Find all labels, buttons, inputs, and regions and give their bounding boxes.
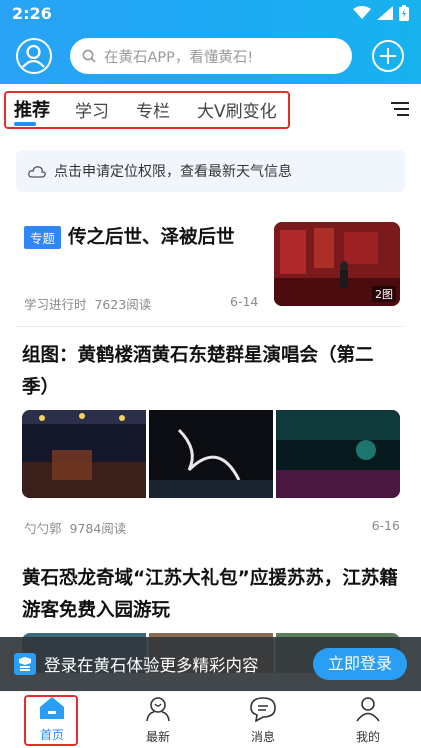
app-logo-icon [14,653,36,675]
tab-study[interactable]: 学习 [75,97,109,122]
bottom-navigation: 首页 最新 消息 我的 [0,691,421,748]
menu-icon[interactable] [389,100,411,118]
nav-messages[interactable]: 消息 [228,696,298,745]
signal-icon [377,6,393,20]
weather-notice[interactable]: 点击申请定位权限，查看最新天气信息 [16,150,405,192]
search-bar[interactable]: 在黄石APP，看懂黄石! [70,38,352,74]
home-icon [40,697,64,719]
tab-column[interactable]: 专栏 [136,97,170,122]
top-bar: 在黄石APP，看懂黄石! [0,36,421,76]
article-item[interactable]: 专题 传之后世、泽被后世 学习进行时 7623阅读 6-14 2图 [22,222,400,326]
article-date: 6-16 [371,518,400,533]
user-icon [22,44,45,68]
article-title: 黄石恐龙奇域“江苏大礼包”应援苏苏，江苏籍游客免费入园游玩 [22,568,398,621]
nav-messages-label: 消息 [250,730,275,744]
image-count: 2图 [372,286,396,302]
login-button[interactable]: 立即登录 [313,648,407,680]
user-avatar[interactable] [16,38,52,74]
article-reads: 9784阅读 [69,521,127,536]
status-bar: 2:26 [0,0,421,30]
article-image[interactable] [22,410,146,498]
nav-home-label: 首页 [39,728,64,742]
search-placeholder: 在黄石APP，看懂黄石! [104,49,254,66]
article-reads: 7623阅读 [94,297,152,312]
article-image[interactable] [276,410,400,498]
nav-newest[interactable]: 最新 [123,696,193,745]
divider [16,326,405,327]
article-item[interactable]: 组图：黄鹤楼酒黄石东楚群星演唱会（第二季） 勺勺郭 9784阅读 6-16 [22,340,400,536]
nav-profile[interactable]: 我的 [333,696,403,745]
profile-icon [356,697,380,722]
cloud-icon [28,165,46,178]
article-title: 传之后世、泽被后世 [68,227,235,248]
weather-text: 点击申请定位权限，查看最新天气信息 [54,164,292,180]
article-date: 6-14 [230,294,259,309]
article-meta: 勺勺郭 9784阅读 [24,518,126,537]
channel-tabs: 推荐 学习 专栏 大V刷变化 [0,88,421,132]
system-icons [353,5,409,21]
message-icon [250,697,276,723]
article-image[interactable] [149,410,273,498]
wifi-icon [353,6,371,19]
article-meta: 学习进行时 7623阅读 [24,294,151,313]
add-button[interactable] [372,40,404,72]
article-image-row [22,410,400,498]
nav-newest-label: 最新 [145,730,170,744]
nav-profile-label: 我的 [355,730,380,744]
topic-badge: 专题 [24,226,62,249]
nav-home[interactable]: 首页 [17,696,87,743]
search-icon [82,49,96,63]
login-prompt-bar: 登录在黄石体验更多精彩内容 立即登录 [0,637,421,691]
newest-icon [146,697,170,722]
article-source: 学习进行时 [24,297,87,312]
plus-icon [380,48,396,64]
active-tab-indicator [14,122,36,126]
article-title: 组图：黄鹤楼酒黄石东楚群星演唱会（第二季） [22,345,374,398]
article-source: 勺勺郭 [24,521,62,536]
login-prompt-text: 登录在黄石体验更多精彩内容 [44,656,259,675]
tab-recommend[interactable]: 推荐 [14,96,50,122]
status-time: 2:26 [12,4,52,23]
article-thumbnail[interactable]: 2图 [274,222,400,306]
battery-icon [399,5,409,21]
article-item[interactable]: 黄石恐龙奇域“江苏大礼包”应援苏苏，江苏籍游客免费入园游玩 [22,563,400,673]
tab-bigv[interactable]: 大V刷变化 [197,97,277,122]
app-header: 2:26 在黄石APP，看懂黄石! [0,0,421,84]
